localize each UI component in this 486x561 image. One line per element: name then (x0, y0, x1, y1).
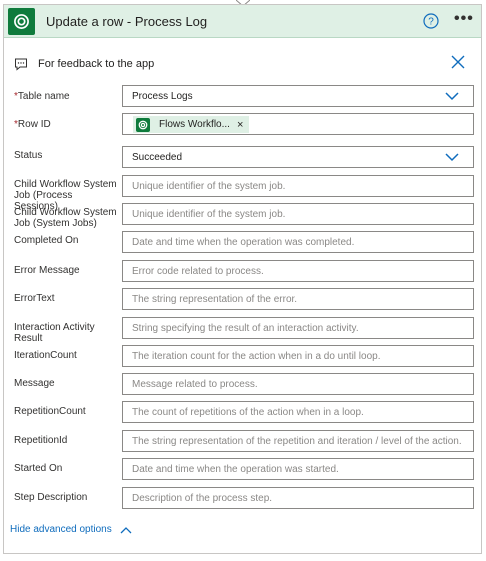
error-message-row: Error Message Error code related to proc… (14, 260, 474, 284)
feedback-icon (15, 58, 27, 71)
row-id-label: *Row ID (14, 119, 51, 130)
repetition-count-row: RepetitionCount The count of repetitions… (14, 401, 474, 425)
step-description-label: Step Description (14, 492, 88, 503)
card-header[interactable]: Update a row - Process Log ? ••• (4, 5, 481, 38)
step-description-row: Step Description Description of the proc… (14, 487, 474, 511)
placeholder-text: Message related to process. (132, 379, 258, 390)
chevron-up-icon (120, 526, 132, 533)
child-system-jobs-label: Child Workflow System Job (System Jobs) (14, 207, 117, 229)
table-name-dropdown[interactable]: Process Logs (122, 85, 474, 107)
error-text-label: ErrorText (14, 293, 55, 304)
started-on-row: Started On Date and time when the operat… (14, 458, 474, 482)
remove-token-icon[interactable]: × (237, 119, 243, 131)
row-id-row: *Row ID Flows Workflo... × (14, 113, 474, 137)
placeholder-text: String specifying the result of an inter… (132, 323, 359, 334)
svg-text:?: ? (428, 17, 434, 28)
placeholder-text: Unique identifier of the system job. (132, 209, 286, 220)
error-text-row: ErrorText The string representation of t… (14, 288, 474, 312)
placeholder-text: The string representation of the repetit… (132, 436, 462, 447)
chevron-down-icon[interactable] (445, 91, 459, 101)
placeholder-text: Unique identifier of the system job. (132, 181, 286, 192)
dataverse-token-icon (136, 117, 150, 132)
status-row: Status Succeeded (14, 146, 474, 170)
placeholder-text: The iteration count for the action when … (132, 351, 381, 362)
card-title[interactable]: Update a row - Process Log (46, 14, 207, 29)
placeholder-text: Date and time when the operation was sta… (132, 464, 339, 475)
completed-on-row: Completed On Date and time when the oper… (14, 231, 474, 255)
child-system-jobs-input[interactable]: Unique identifier of the system job. (122, 203, 474, 225)
close-icon[interactable] (451, 55, 465, 69)
error-message-input[interactable]: Error code related to process. (122, 260, 474, 282)
interaction-result-input[interactable]: String specifying the result of an inter… (122, 317, 474, 339)
more-options-icon[interactable]: ••• (454, 11, 474, 30)
help-icon[interactable]: ? (423, 13, 439, 29)
step-description-input[interactable]: Description of the process step. (122, 487, 474, 509)
error-text-input[interactable]: The string representation of the error. (122, 288, 474, 310)
iteration-count-input[interactable]: The iteration count for the action when … (122, 345, 474, 367)
hide-advanced-options-link[interactable]: Hide advanced options (10, 524, 132, 535)
completed-on-input[interactable]: Date and time when the operation was com… (122, 231, 474, 253)
iteration-count-row: IterationCount The iteration count for t… (14, 345, 474, 369)
chevron-down-icon[interactable] (445, 152, 459, 162)
message-input[interactable]: Message related to process. (122, 373, 474, 395)
started-on-label: Started On (14, 463, 63, 474)
feedback-text: For feedback to the app (38, 58, 155, 70)
started-on-input[interactable]: Date and time when the operation was sta… (122, 458, 474, 480)
feedback-banner[interactable]: For feedback to the app (14, 55, 154, 73)
table-name-value: Process Logs (132, 91, 193, 102)
status-label: Status (14, 150, 43, 161)
message-label: Message (14, 378, 55, 389)
iteration-count-label: IterationCount (14, 350, 77, 361)
placeholder-text: Error code related to process. (132, 266, 264, 277)
status-dropdown[interactable]: Succeeded (122, 146, 474, 168)
placeholder-text: Description of the process step. (132, 493, 273, 504)
interaction-result-row: Interaction Activity Result String speci… (14, 317, 474, 344)
completed-on-label: Completed On (14, 235, 79, 246)
token-label: Flows Workflo... (159, 119, 230, 130)
child-process-sessions-row: Child Workflow System Job (Process Sessi… (14, 175, 474, 212)
table-name-label: *Table name (14, 91, 70, 102)
repetition-id-label: RepetitionId (14, 435, 68, 446)
repetition-count-input[interactable]: The count of repetitions of the action w… (122, 401, 474, 423)
row-id-input[interactable]: Flows Workflo... × (122, 113, 474, 135)
repetition-count-label: RepetitionCount (14, 406, 86, 417)
child-system-jobs-row: Child Workflow System Job (System Jobs) … (14, 203, 474, 229)
action-card: Update a row - Process Log ? ••• For fee… (3, 4, 482, 554)
placeholder-text: The count of repetitions of the action w… (132, 407, 364, 418)
dataverse-icon (8, 8, 35, 35)
table-name-row: *Table name Process Logs (14, 85, 474, 109)
repetition-id-input[interactable]: The string representation of the repetit… (122, 430, 474, 452)
repetition-id-row: RepetitionId The string representation o… (14, 430, 474, 454)
child-process-sessions-input[interactable]: Unique identifier of the system job. (122, 175, 474, 197)
advanced-options-label: Hide advanced options (10, 524, 112, 535)
placeholder-text: The string representation of the error. (132, 294, 298, 305)
status-value: Succeeded (132, 152, 183, 163)
placeholder-text: Date and time when the operation was com… (132, 237, 355, 248)
dynamic-content-token[interactable]: Flows Workflo... × (133, 116, 249, 133)
error-message-label: Error Message (14, 265, 80, 276)
message-row: Message Message related to process. (14, 373, 474, 397)
interaction-result-label: Interaction Activity Result (14, 322, 95, 344)
